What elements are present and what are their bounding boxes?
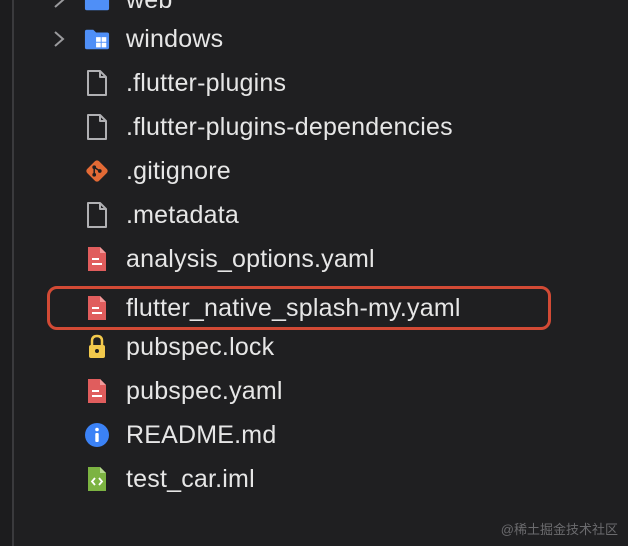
tree-item-flutter-plugins-dependencies[interactable]: .flutter-plugins-dependencies: [0, 105, 628, 149]
tree-item-label: test_car.iml: [126, 464, 255, 493]
chevron-right-icon[interactable]: [52, 29, 66, 49]
tree-item-label: windows: [126, 24, 224, 53]
file-icon: [84, 113, 110, 141]
tree-item-label: .flutter-plugins-dependencies: [126, 112, 453, 141]
tree-item-test-car-iml[interactable]: test_car.iml: [0, 457, 628, 501]
info-icon: [84, 421, 110, 449]
tree-item-label: analysis_options.yaml: [126, 244, 375, 273]
file-icon: [84, 69, 110, 97]
tree-item-label: .gitignore: [126, 156, 231, 185]
tree-item-analysis-options-yaml[interactable]: analysis_options.yaml: [0, 237, 628, 281]
git-icon: [84, 157, 110, 185]
tree-item-pubspec-lock[interactable]: pubspec.lock: [0, 325, 628, 369]
tree-item-windows[interactable]: windows: [0, 17, 628, 61]
highlight-box: [47, 286, 551, 330]
tree-item-readme-md[interactable]: README.md: [0, 413, 628, 457]
tree-item-label: pubspec.yaml: [126, 376, 283, 405]
tree-item-gitignore[interactable]: .gitignore: [0, 149, 628, 193]
iml-file-icon: [84, 465, 110, 493]
chevron-right-icon[interactable]: [52, 0, 66, 10]
watermark: @稀土掘金技术社区: [500, 522, 618, 537]
tree-item-label: web: [126, 0, 172, 15]
file-icon: [84, 201, 110, 229]
tree-item-label: .flutter-plugins: [126, 68, 287, 97]
tree-item-label: pubspec.lock: [126, 332, 275, 361]
lock-icon: [84, 333, 110, 361]
tree-item-label: README.md: [126, 420, 277, 449]
yaml-file-icon: [84, 245, 110, 273]
tree-item-label: .metadata: [126, 200, 239, 229]
folder-icon: [84, 0, 110, 14]
tree-item-pubspec-yaml[interactable]: pubspec.yaml: [0, 369, 628, 413]
yaml-file-icon: [84, 377, 110, 405]
folder-icon: [84, 25, 110, 53]
tree-item-flutter-plugins[interactable]: .flutter-plugins: [0, 61, 628, 105]
tree-item-metadata[interactable]: .metadata: [0, 193, 628, 237]
file-tree: web windows .flutter-plugins .flutter-: [0, 0, 628, 546]
